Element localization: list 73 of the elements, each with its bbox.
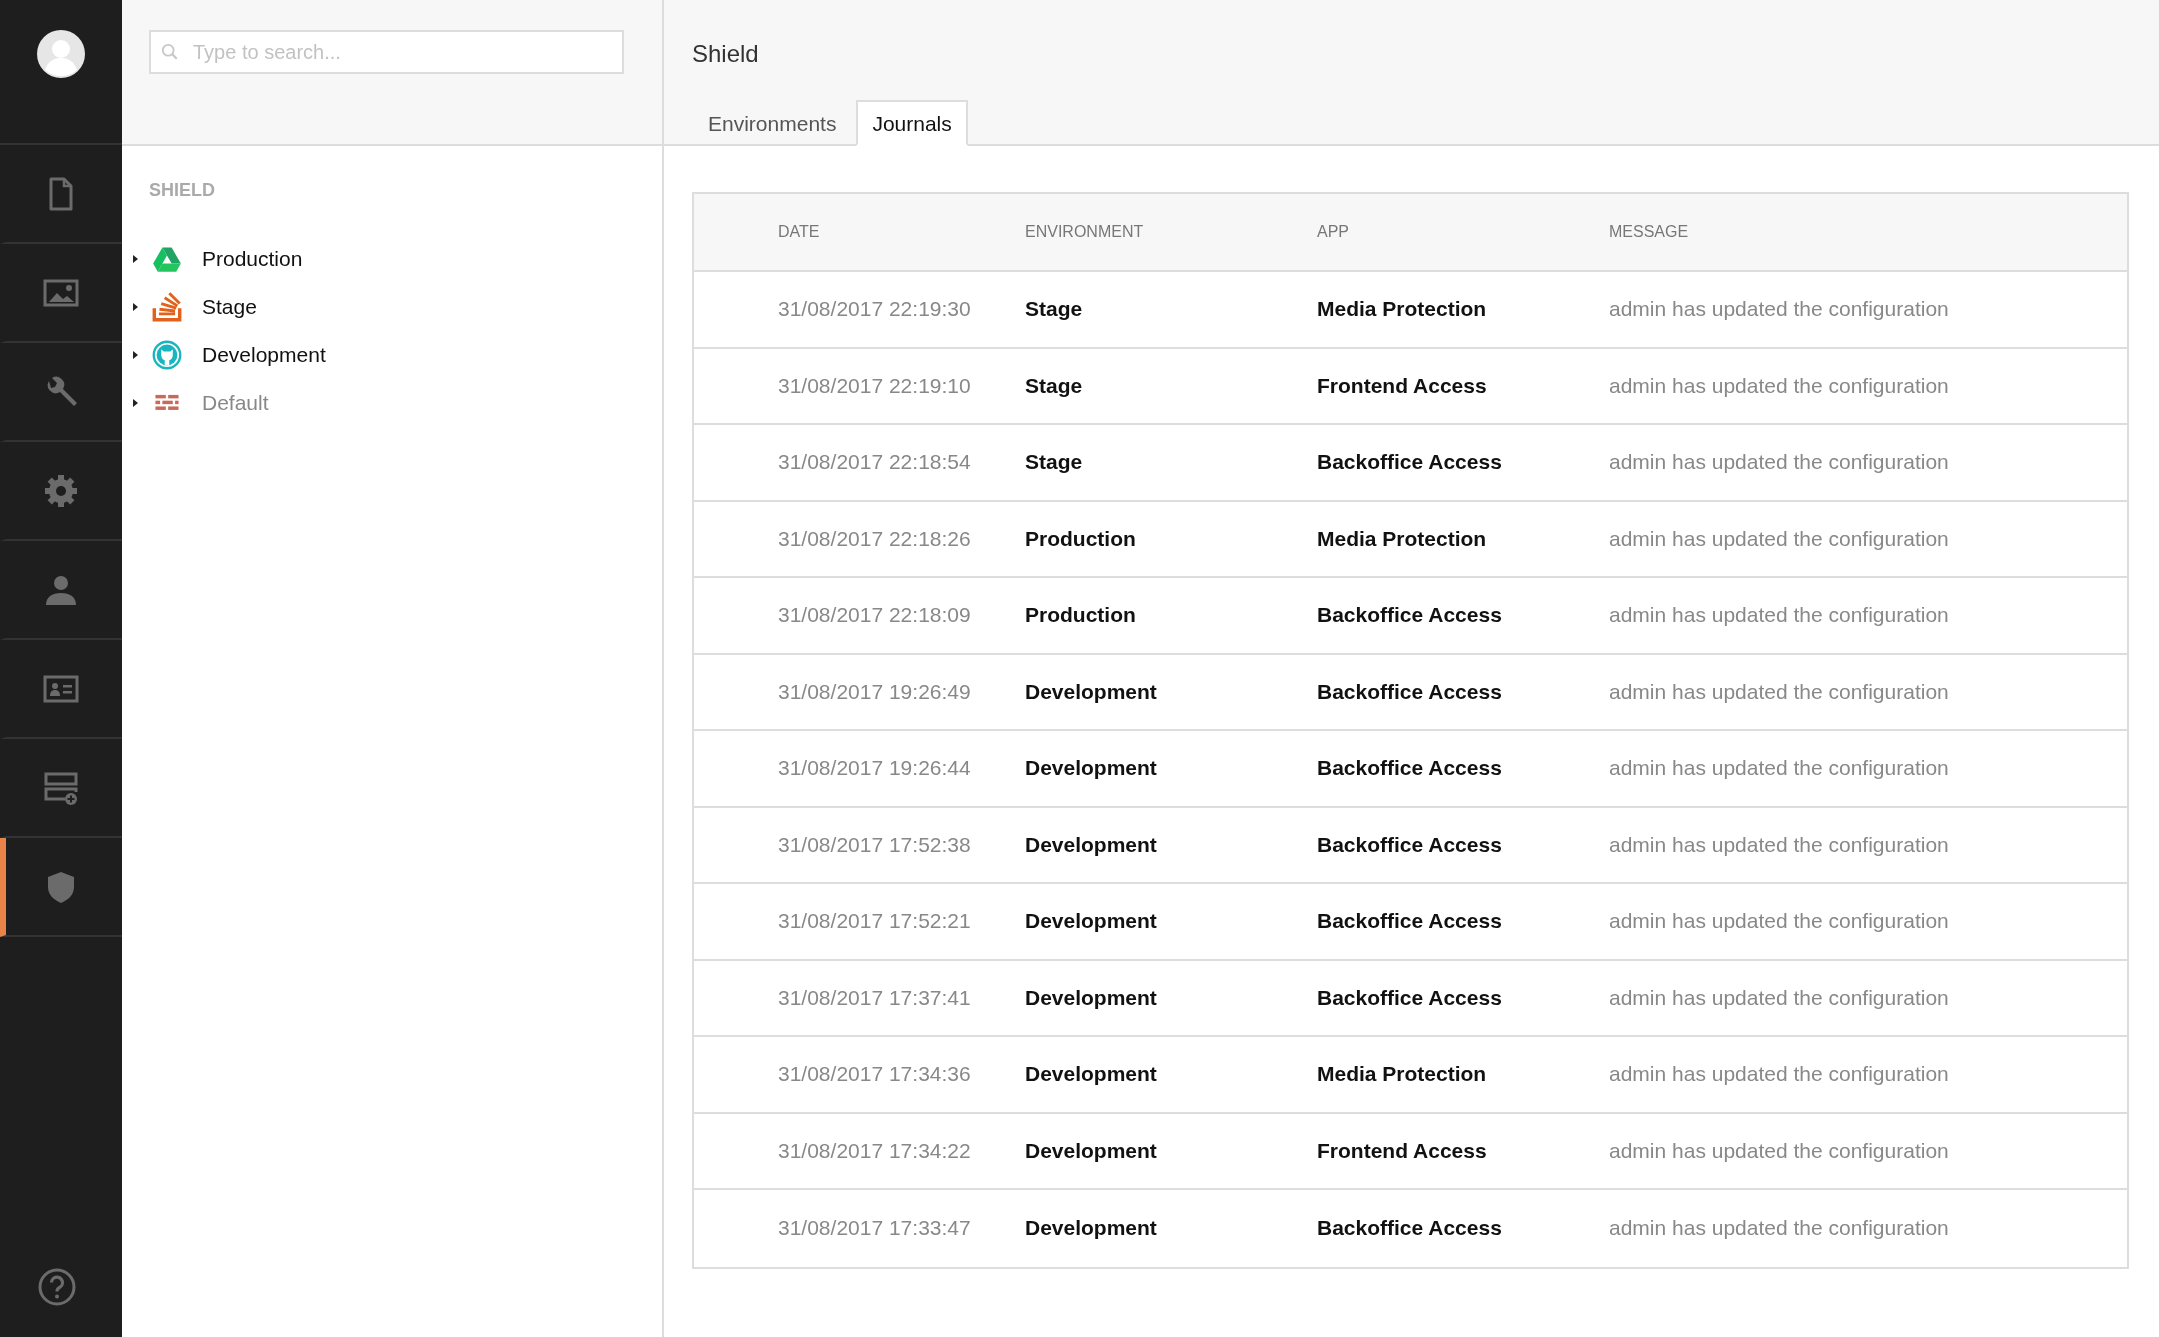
table-cell: Stage [1025,297,1083,321]
tab[interactable]: Environments [692,100,853,146]
table-cell: Stage [1025,450,1083,474]
table-cell: Backoffice Access [1317,450,1502,474]
table-cell: 31/08/2017 17:52:21 [778,909,971,933]
stacked-trays-icon [152,292,182,322]
table-cell: Media Protection [1317,297,1487,321]
drive-triangle-icon [152,244,182,274]
table-cell: Backoffice Access [1317,985,1502,1009]
table-cell: Frontend Access [1317,1138,1487,1162]
column-header: DATE [778,223,820,240]
column-header: MESSAGE [1609,223,1689,240]
table-cell: Development [1025,985,1157,1009]
table-cell: admin has updated the configuration [1609,1216,1949,1240]
nav-item[interactable] [0,838,122,937]
table-cell: Backoffice Access [1317,832,1502,856]
table-cell: Development [1025,756,1157,780]
table-cell: Development [1025,1216,1157,1240]
table-cell: 31/08/2017 19:26:44 [778,756,971,780]
tree-item[interactable]: Production [202,247,303,271]
table-cell: admin has updated the configuration [1609,603,1949,627]
table-cell: admin has updated the configuration [1609,909,1949,933]
table-cell: admin has updated the configuration [1609,756,1949,780]
section-heading: SHIELD [149,180,216,201]
table-cell: admin has updated the configuration [1609,450,1949,474]
table-cell: Stage [1025,373,1083,397]
table-cell: Production [1025,526,1136,550]
page-title: Shield [692,40,760,68]
table-cell: admin has updated the configuration [1609,1138,1949,1162]
table-cell: Frontend Access [1317,373,1487,397]
table-cell: Development [1025,909,1157,933]
table-cell: Backoffice Access [1317,679,1502,703]
table-cell: Production [1025,603,1136,627]
caret-icon[interactable] [130,302,140,312]
table-cell: Media Protection [1317,526,1487,550]
table-cell: Development [1025,832,1157,856]
table-cell: 31/08/2017 22:18:54 [778,450,971,474]
table-cell: Backoffice Access [1317,909,1502,933]
table-cell: admin has updated the configuration [1609,373,1949,397]
help-icon[interactable] [37,1267,77,1307]
table-cell: Backoffice Access [1317,756,1502,780]
search-field[interactable]: Type to search... [149,30,624,74]
table-cell: Development [1025,1062,1157,1086]
tree-item[interactable]: Development [202,343,326,367]
table-cell: 31/08/2017 17:33:47 [778,1216,971,1240]
tree-item[interactable]: Stage [202,295,257,319]
table-cell: Media Protection [1317,1062,1487,1086]
table-cell: Development [1025,679,1157,703]
table-cell: 31/08/2017 17:34:22 [778,1138,971,1162]
table-cell: admin has updated the configuration [1609,985,1949,1009]
table-cell: 31/08/2017 22:19:10 [778,373,971,397]
table-cell: Backoffice Access [1317,603,1502,627]
table-cell: admin has updated the configuration [1609,679,1949,703]
table-cell: 31/08/2017 19:26:49 [778,679,971,703]
table-cell: 31/08/2017 17:37:41 [778,985,971,1009]
table-cell: 31/08/2017 22:19:30 [778,297,971,321]
table-cell: 31/08/2017 22:18:26 [778,526,971,550]
caret-icon[interactable] [130,254,140,264]
cat-badge-icon [152,340,182,370]
tab[interactable]: Journals [856,100,968,146]
table-cell: Development [1025,1138,1157,1162]
table-cell: admin has updated the configuration [1609,526,1949,550]
table-cell: 31/08/2017 17:34:36 [778,1062,971,1086]
column-header: APP [1317,223,1349,240]
table-cell: admin has updated the configuration [1609,832,1949,856]
column-header: ENVIRONMENT [1025,223,1144,240]
table-cell: admin has updated the configuration [1609,297,1949,321]
table-cell: Backoffice Access [1317,1216,1502,1240]
table-cell: 31/08/2017 22:18:09 [778,603,971,627]
avatar-icon[interactable] [37,30,85,78]
caret-icon[interactable] [130,350,140,360]
table-cell: admin has updated the configuration [1609,1062,1949,1086]
table-cell: 31/08/2017 17:52:38 [778,832,971,856]
